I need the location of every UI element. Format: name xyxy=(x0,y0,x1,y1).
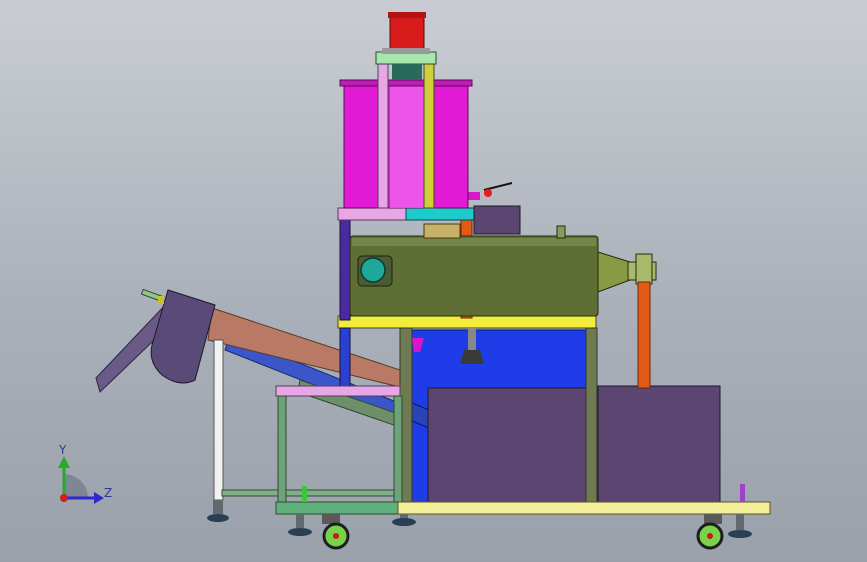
z-axis-arrow-icon xyxy=(94,492,104,504)
motor-fan-cap xyxy=(388,12,426,18)
drain-pipe xyxy=(637,281,651,389)
agitator-motor xyxy=(389,13,425,51)
cad-viewport[interactable]: Y Z xyxy=(0,0,867,562)
valve-knob xyxy=(484,189,492,197)
base-plate-post xyxy=(740,484,745,502)
mixing-tank-assembly[interactable] xyxy=(339,12,473,209)
base-plate xyxy=(397,501,771,515)
drum-inlet-block xyxy=(423,223,461,239)
mixing-tank-rim xyxy=(339,79,473,87)
upper-deck-cyan xyxy=(405,207,475,221)
drum-outlet-cone xyxy=(597,251,631,293)
spray-nozzle xyxy=(460,350,484,364)
machine-assembly-drawing[interactable]: Y Z xyxy=(0,0,867,562)
control-box xyxy=(473,205,521,235)
discharge-box-left xyxy=(427,387,591,503)
caster-left xyxy=(322,514,350,550)
leveling-foot-pad-left xyxy=(207,514,229,522)
coordinate-triad[interactable]: Y Z xyxy=(58,443,112,504)
y-axis-arrow-icon xyxy=(58,456,70,468)
frame-post-left-blue xyxy=(339,219,351,321)
z-axis-label: Z xyxy=(104,486,112,500)
leveling-feet xyxy=(288,514,752,538)
spray-bracket xyxy=(468,328,476,350)
triad-origin xyxy=(60,494,68,502)
tank-post-yellow xyxy=(423,61,435,209)
upper-deck-pink xyxy=(337,207,409,221)
valve-handle xyxy=(483,182,513,191)
y-axis-label: Y xyxy=(58,443,67,457)
drum-top-highlight xyxy=(352,238,596,246)
hopper-nozzle-tip xyxy=(158,296,164,304)
step-base-rail xyxy=(275,501,407,515)
discharge-box[interactable] xyxy=(427,385,721,503)
caster-right xyxy=(696,514,724,550)
drum-top-port xyxy=(556,225,566,239)
discharge-box-right xyxy=(597,385,721,503)
leveling-foot-left xyxy=(213,500,223,514)
drive-motor-face xyxy=(360,257,386,283)
tank-post-pink xyxy=(377,61,389,209)
conveyor-support-leg xyxy=(213,339,224,501)
step-platform-deck xyxy=(275,385,401,397)
triad-quadrant xyxy=(64,474,88,498)
step-small-post xyxy=(302,486,307,502)
conveyor-leg-brace xyxy=(221,489,403,497)
motor-base-plate xyxy=(382,48,430,54)
motor-coupling xyxy=(392,64,422,80)
frame-post-left-lower xyxy=(339,327,351,389)
step-post-right xyxy=(393,395,403,505)
frame-post-right xyxy=(585,327,598,505)
drum-outlet-elbow-v xyxy=(635,253,653,285)
step-post-left xyxy=(277,395,287,505)
